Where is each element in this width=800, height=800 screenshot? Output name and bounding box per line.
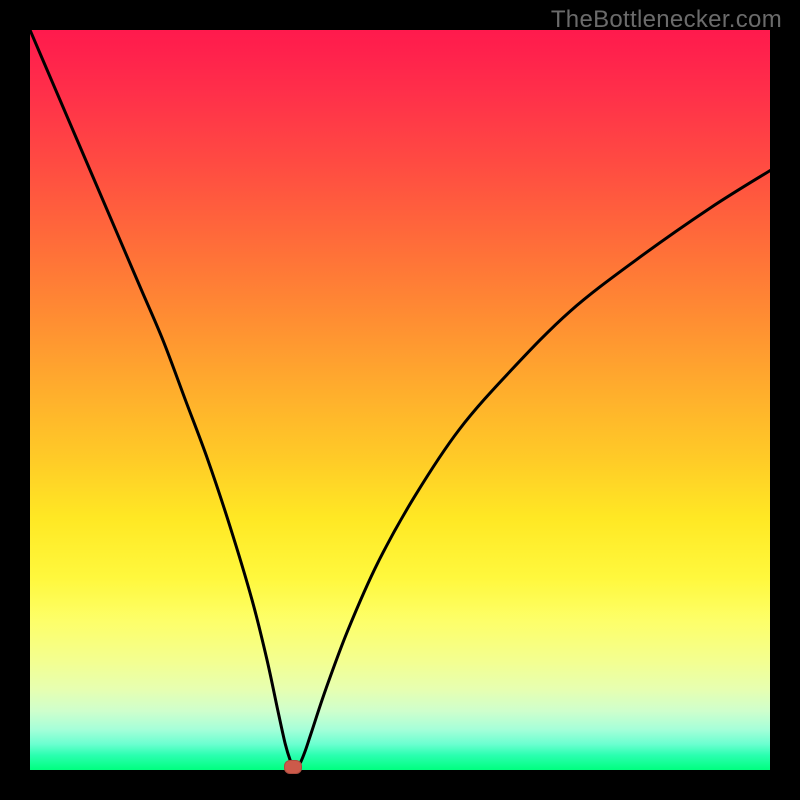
bottleneck-curve [30,30,770,770]
current-config-marker [284,760,302,774]
chart-plot-area [30,30,770,770]
chart-frame: TheBottlenecker.com [0,0,800,800]
